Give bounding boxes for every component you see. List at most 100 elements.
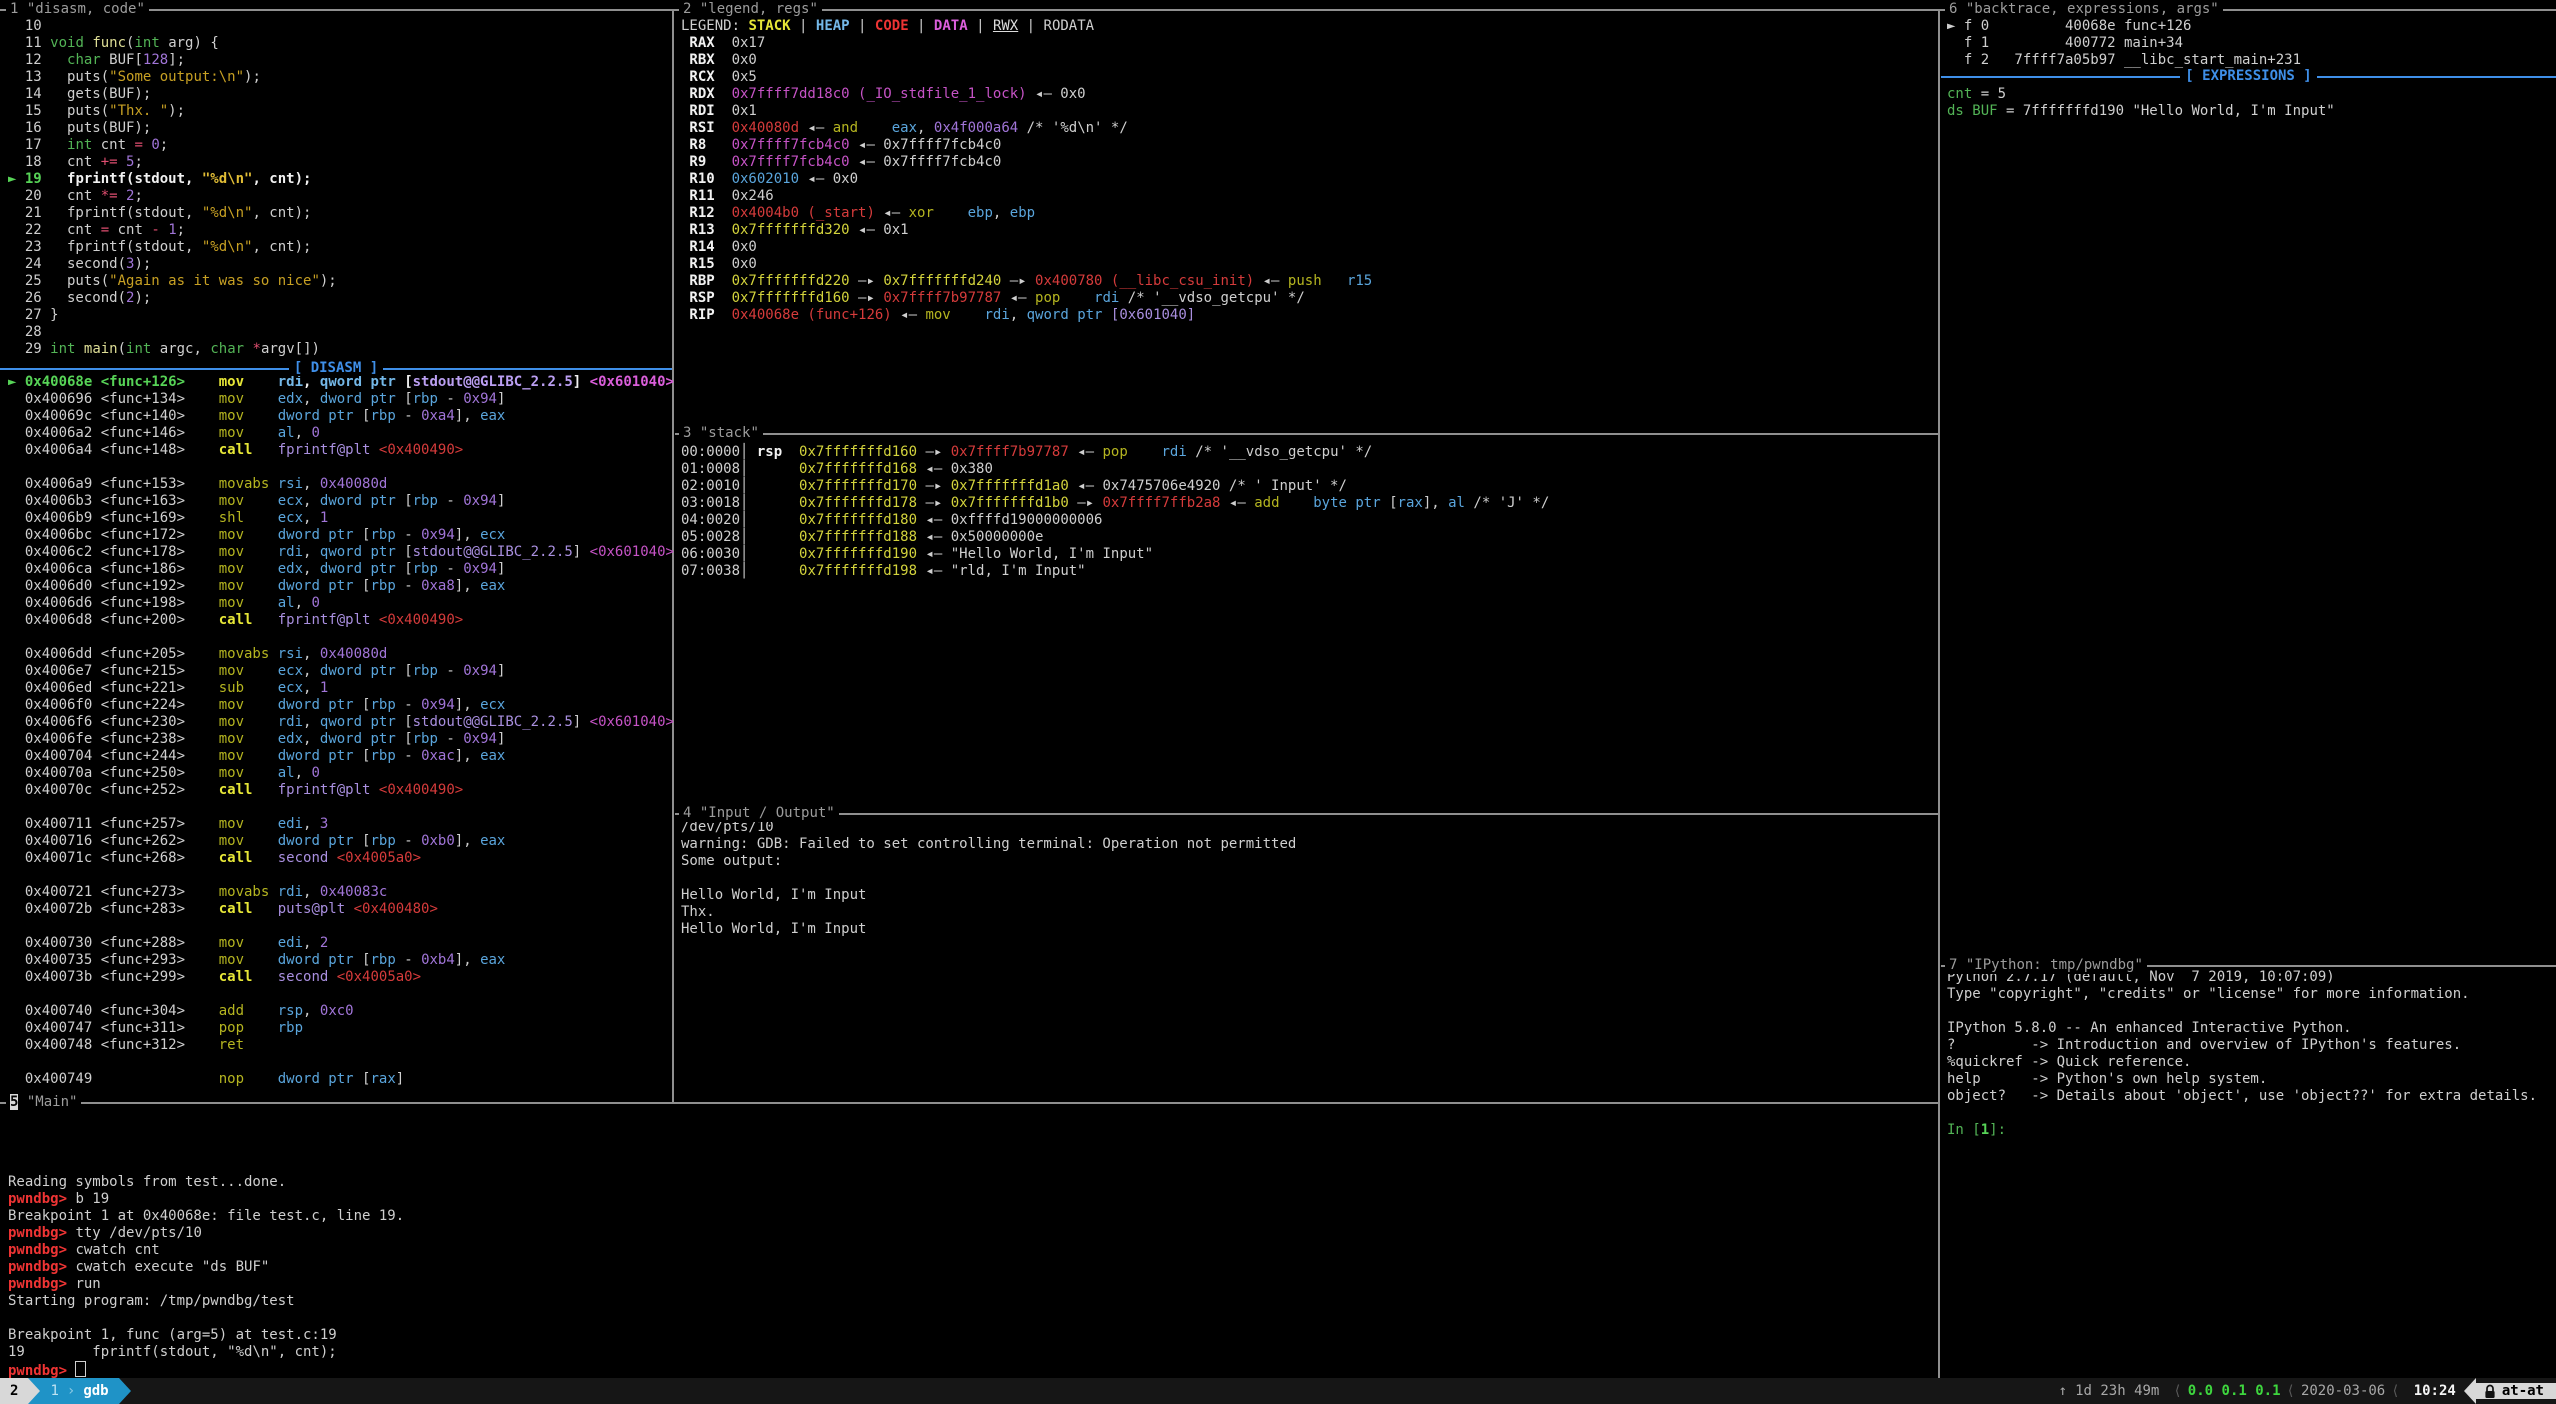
terminal-line: 23 fprintf(stdout, "%d\n", cnt); [8,239,668,256]
terminal-line: 11 void func(int arg) { [8,35,668,52]
terminal-line: 0x400696 <func+134> mov edx, dword ptr [… [8,391,668,408]
terminal-line: 0x400747 <func+311> pop rbp [8,1020,668,1037]
terminal-line: pwndbg> run [8,1276,1928,1293]
terminal-line: R12 0x4004b0 (_start) ◂— xor ebp, ebp [681,205,1934,222]
terminal-line: 03:0018│ 0x7fffffffd178 —▸ 0x7fffffffd1b… [681,495,1934,512]
pane-border-main[interactable] [0,1102,1938,1104]
separator-icon: ⟨ [2281,1383,2301,1399]
terminal-line: LEGEND: STACK | HEAP | CODE | DATA | RWX… [681,18,1934,35]
terminal-line: Type "copyright", "credits" or "license"… [1947,986,2547,1003]
terminal-line: cnt = 5 [1947,86,2547,103]
terminal-line [1947,1105,2547,1122]
terminal-line: 0x4006c2 <func+178> mov rdi, qword ptr [… [8,544,668,561]
expressions-list[interactable]: cnt = 5ds BUF = 7fffffffd190 "Hello Worl… [1947,86,2547,120]
pane-divider-right[interactable] [1938,9,1940,1378]
terminal-line: 21 fprintf(stdout, "%d\n", cnt); [8,205,668,222]
terminal-line: 0x40071c <func+268> call second <0x4005a… [8,850,668,867]
terminal-line: 0x400749 nop dword ptr [rax] [8,1071,668,1088]
terminal-line: 06:0030│ 0x7fffffffd190 ◂— "Hello World,… [681,546,1934,563]
ipython-console[interactable]: Python 2.7.17 (default, Nov 7 2019, 10:0… [1947,969,2547,1139]
terminal-line: 0x40069c <func+140> mov dword ptr [rbp -… [8,408,668,425]
terminal-line: 0x4006d6 <func+198> mov al, 0 [8,595,668,612]
powerline-arrow [2464,1378,2476,1404]
terminal-line: pwndbg> tty /dev/pts/10 [8,1225,1928,1242]
terminal-line: R8 0x7ffff7fcb4c0 ◂— 0x7ffff7fcb4c0 [681,137,1934,154]
terminal-line: 0x4006a2 <func+146> mov al, 0 [8,425,668,442]
terminal-line: R10 0x602010 ◂— 0x0 [681,171,1934,188]
pane-title-disasm-code: 1 "disasm, code" [6,1,149,18]
expressions-separator-label: [ EXPRESSIONS ] [1941,68,2556,85]
terminal-line: ► f 0 40068e func+126 [1947,18,2547,35]
terminal-line: object? -> Details about 'object', use '… [1947,1088,2547,1105]
terminal-line [8,1106,1928,1123]
terminal-line: f 1 400772 main+34 [1947,35,2547,52]
terminal-line: 0x40070a <func+250> mov al, 0 [8,765,668,782]
terminal-line [8,867,668,884]
gdb-console[interactable]: Reading symbols from test...done.pwndbg>… [8,1106,1928,1378]
terminal-line: IPython 5.8.0 -- An enhanced Interactive… [1947,1020,2547,1037]
backtrace-frames[interactable]: ► f 0 40068e func+126 f 1 400772 main+34… [1947,18,2547,69]
terminal-line: 15 puts("Thx. "); [8,103,668,120]
terminal-line: 0x400704 <func+244> mov dword ptr [rbp -… [8,748,668,765]
terminal-line: 0x40072b <func+283> call puts@plt <0x400… [8,901,668,918]
terminal-line: 0x4006b3 <func+163> mov ecx, dword ptr [… [8,493,668,510]
terminal-line: 0x4006d8 <func+200> call fprintf@plt <0x… [8,612,668,629]
uptime-arrow-icon: ↑ [2059,1383,2067,1399]
terminal-line: 0x400711 <func+257> mov edi, 3 [8,816,668,833]
pane-title-stack: 3 "stack" [679,425,763,442]
text-cursor[interactable] [75,1361,86,1377]
pane-border-stack[interactable] [675,433,1938,435]
pane-title-legend-regs: 2 "legend, regs" [679,1,822,18]
terminal-line: 28 [8,324,668,341]
io-panel[interactable]: /dev/pts/10warning: GDB: Failed to set c… [681,819,1934,938]
status-bar: 2 1›gdb ↑ 1d 23h 49m ⟨ 0.0 0.1 0.1 ⟨ 202… [0,1378,2556,1404]
terminal-line: 0x4006f0 <func+224> mov dword ptr [rbp -… [8,697,668,714]
registers-panel[interactable]: LEGEND: STACK | HEAP | CODE | DATA | RWX… [681,18,1934,324]
terminal-line: 0x4006fe <func+238> mov edx, dword ptr [… [8,731,668,748]
terminal-line: 0x4006ed <func+221> sub ecx, 1 [8,680,668,697]
stack-panel[interactable]: 00:0000│ rsp 0x7fffffffd160 —▸ 0x7ffff7b… [681,444,1934,580]
terminal-line: RSI 0x40080d ◂— and eax, 0x4f000a64 /* '… [681,120,1934,137]
terminal-line: pwndbg> [8,1361,1928,1378]
pane-title-main: 5 "Main" [6,1094,81,1111]
terminal-line: 27 } [8,307,668,324]
tmux-screen: 1 "disasm, code" 2 "legend, regs" 6 "bac… [0,0,2556,1404]
disasm-listing[interactable]: ► 0x40068e <func+126> mov rdi, qword ptr… [8,374,668,1088]
terminal-line: 0x4006bc <func+172> mov dword ptr [rbp -… [8,527,668,544]
pane-border-io[interactable] [675,813,1938,815]
hostname-segment: at-at [2476,1383,2556,1399]
status-date: 2020-03-06 [2301,1383,2385,1399]
terminal-line: Breakpoint 1 at 0x40068e: file test.c, l… [8,1208,1928,1225]
terminal-line: Breakpoint 1, func (arg=5) at test.c:19 [8,1327,1928,1344]
terminal-line: pwndbg> cwatch execute "ds BUF" [8,1259,1928,1276]
terminal-line: 22 cnt = cnt - 1; [8,222,668,239]
terminal-line: 25 puts("Again as it was so nice"); [8,273,668,290]
terminal-line: pwndbg> b 19 [8,1191,1928,1208]
terminal-line: Hello World, I'm Input [681,887,1934,904]
terminal-line: In [1]: [1947,1122,2547,1139]
terminal-line: 0x400721 <func+273> movabs rdi, 0x40083c [8,884,668,901]
terminal-line: 13 puts("Some output:\n"); [8,69,668,86]
terminal-line: ► 19 fprintf(stdout, "%d\n", cnt); [8,171,668,188]
terminal-line [8,1310,1928,1327]
terminal-line: R13 0x7fffffffd320 ◂— 0x1 [681,222,1934,239]
terminal-line: 0x40070c <func+252> call fprintf@plt <0x… [8,782,668,799]
terminal-line: 0x4006b9 <func+169> shl ecx, 1 [8,510,668,527]
terminal-line: R9 0x7ffff7fcb4c0 ◂— 0x7ffff7fcb4c0 [681,154,1934,171]
terminal-line [8,459,668,476]
terminal-line: R15 0x0 [681,256,1934,273]
uptime-value: 1d 23h 49m [2067,1383,2167,1399]
terminal-line: 04:0020│ 0x7fffffffd180 ◂— 0xffffd190000… [681,512,1934,529]
session-name-segment[interactable]: 2 [0,1378,28,1404]
terminal-line [681,870,1934,887]
source-listing[interactable]: 10 11 void func(int arg) { 12 char BUF[1… [8,18,668,358]
terminal-line: R11 0x246 [681,188,1934,205]
terminal-line: 26 second(2); [8,290,668,307]
pane-title-ipython: 7 "IPython: tmp/pwndbg" [1945,957,2147,974]
disasm-separator-label: [ DISASM ] [0,360,672,377]
window-tab-gdb[interactable]: 1›gdb [40,1378,118,1404]
terminal-line: 14 gets(BUF); [8,86,668,103]
terminal-line: pwndbg> cwatch cnt [8,1242,1928,1259]
terminal-line: RSP 0x7fffffffd160 —▸ 0x7ffff7b97787 ◂— … [681,290,1934,307]
terminal-line: 20 cnt *= 2; [8,188,668,205]
